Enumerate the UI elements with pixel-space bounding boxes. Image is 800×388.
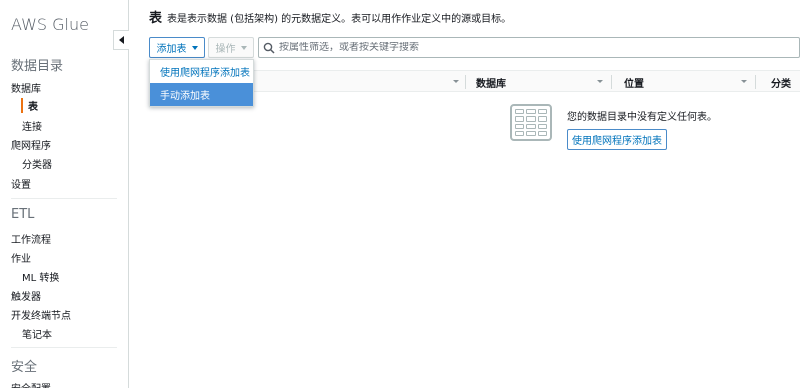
- sidebar-item-tables[interactable]: 表: [21, 98, 38, 113]
- column-divider: [465, 75, 466, 89]
- caret-down-icon: [240, 45, 247, 50]
- sidebar-item-workflows[interactable]: 工作流程: [11, 231, 51, 246]
- search-box[interactable]: [258, 37, 800, 58]
- caret-down-icon: [191, 45, 198, 50]
- sort-caret-icon[interactable]: [453, 80, 459, 83]
- sort-caret-icon[interactable]: [741, 80, 747, 83]
- action-button[interactable]: 操作: [208, 37, 254, 58]
- chevron-left-icon: [119, 36, 124, 44]
- menu-item-add-with-crawler[interactable]: 使用爬网程序添加表: [150, 60, 253, 83]
- section-etl: ETL: [11, 207, 35, 222]
- collapse-sidebar-button[interactable]: [113, 30, 129, 50]
- section-data-catalog: 数据目录: [11, 59, 64, 74]
- sidebar-item-crawlers[interactable]: 爬网程序: [11, 137, 51, 152]
- sidebar-item-ml-transforms[interactable]: ML 转换: [22, 269, 59, 284]
- section-security: 安全: [11, 360, 38, 375]
- table-grid-icon: [510, 104, 552, 141]
- sidebar-divider: [11, 347, 117, 348]
- search-icon: [263, 42, 275, 54]
- sidebar-item-settings[interactable]: 设置: [11, 176, 31, 191]
- action-label: 操作: [215, 44, 236, 55]
- empty-state-message: 您的数据目录中没有定义任何表。: [567, 112, 717, 123]
- add-table-label: 添加表: [156, 44, 187, 55]
- app-title[interactable]: AWS Glue: [11, 15, 89, 34]
- column-header-classification[interactable]: 分类: [771, 71, 791, 93]
- sidebar-item-triggers[interactable]: 触发器: [11, 288, 41, 303]
- sidebar-item-databases[interactable]: 数据库: [11, 80, 41, 95]
- add-table-button[interactable]: 添加表: [149, 37, 205, 58]
- column-divider: [611, 75, 612, 89]
- search-input[interactable]: [279, 42, 779, 53]
- sidebar-item-security-configurations[interactable]: 安全配置: [11, 380, 51, 388]
- sort-caret-icon[interactable]: [597, 80, 603, 83]
- sidebar: AWS Glue 数据目录 数据库 表 连接 爬网程序 分类器 设置 ETL 工…: [0, 0, 129, 388]
- menu-item-add-manually[interactable]: 手动添加表: [150, 83, 253, 106]
- sidebar-divider: [11, 198, 117, 199]
- column-header-database[interactable]: 数据库: [476, 71, 506, 93]
- page-description: 表是表示数据 (包括架构) 的元数据定义。表可以用作作业定义中的源或目标。: [167, 14, 512, 25]
- sidebar-item-notebooks[interactable]: 笔记本: [22, 326, 52, 341]
- column-header-location[interactable]: 位置: [624, 71, 644, 93]
- sidebar-item-dev-endpoints[interactable]: 开发终端节点: [11, 307, 71, 322]
- add-table-dropdown-menu: 使用爬网程序添加表 手动添加表: [149, 59, 254, 107]
- column-divider: [755, 75, 756, 89]
- sidebar-item-connections[interactable]: 连接: [22, 118, 42, 133]
- sidebar-item-classifiers[interactable]: 分类器: [22, 156, 52, 171]
- add-tables-with-crawler-button[interactable]: 使用爬网程序添加表: [567, 129, 667, 150]
- page-title: 表: [149, 11, 163, 26]
- sidebar-item-jobs[interactable]: 作业: [11, 250, 31, 265]
